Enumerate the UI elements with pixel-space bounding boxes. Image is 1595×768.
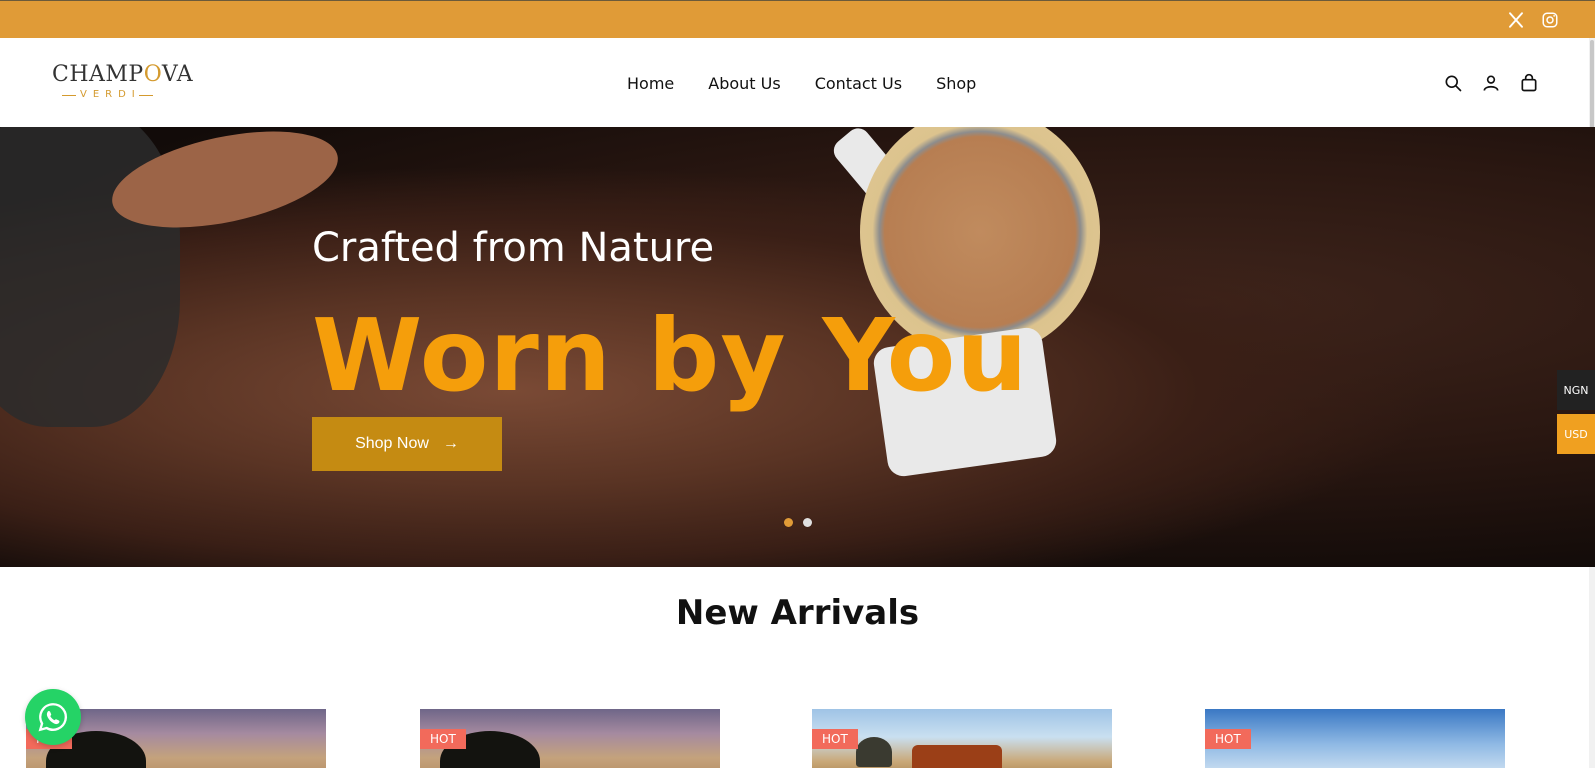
brand-logo[interactable]: CHAMPOVA VERDI bbox=[52, 63, 207, 103]
brand-subtitle: VERDI bbox=[62, 89, 153, 100]
whatsapp-icon bbox=[38, 703, 68, 732]
social-links bbox=[1507, 11, 1559, 29]
hero-content: Crafted from Nature Worn by You bbox=[312, 225, 1027, 414]
nav-home[interactable]: Home bbox=[627, 74, 674, 93]
slider-dots bbox=[784, 518, 812, 527]
nav-shop[interactable]: Shop bbox=[936, 74, 976, 93]
slider-dot-2[interactable] bbox=[803, 518, 812, 527]
shop-now-label: Shop Now bbox=[355, 435, 429, 452]
hero-slider: Crafted from Nature Worn by You Shop Now… bbox=[0, 127, 1595, 567]
main-nav: Home About Us Contact Us Shop bbox=[627, 74, 1010, 93]
instagram-icon[interactable] bbox=[1541, 11, 1559, 29]
hot-badge: HOT bbox=[420, 729, 466, 749]
search-icon[interactable] bbox=[1443, 73, 1463, 93]
currency-usd[interactable]: USD bbox=[1557, 414, 1595, 454]
nav-about-us[interactable]: About Us bbox=[708, 74, 780, 93]
site-header: CHAMPOVA VERDI Home About Us Contact Us … bbox=[0, 38, 1595, 127]
new-arrivals-title: New Arrivals bbox=[675, 593, 920, 633]
hot-badge: HOT bbox=[812, 729, 858, 749]
product-image-wood-watch bbox=[912, 745, 1002, 768]
whatsapp-chat-button[interactable] bbox=[25, 689, 81, 745]
nav-contact-us[interactable]: Contact Us bbox=[815, 74, 902, 93]
hot-badge: HOT bbox=[1205, 729, 1251, 749]
x-icon[interactable] bbox=[1507, 11, 1525, 29]
brand-name: CHAMPOVA bbox=[52, 62, 194, 87]
shop-now-button[interactable]: Shop Now → bbox=[312, 417, 502, 471]
currency-ngn[interactable]: NGN bbox=[1557, 370, 1595, 410]
hero-headline: Worn by You bbox=[312, 297, 1029, 414]
header-icons bbox=[1443, 73, 1539, 93]
hero-title: Crafted from Nature bbox=[312, 225, 715, 271]
product-card[interactable]: HOT bbox=[420, 709, 720, 768]
product-image bbox=[856, 737, 892, 767]
arrow-right-icon: → bbox=[442, 435, 459, 452]
cart-icon[interactable] bbox=[1519, 73, 1539, 93]
product-card[interactable]: HOT bbox=[812, 709, 1112, 768]
account-icon[interactable] bbox=[1481, 73, 1501, 93]
top-bar bbox=[0, 0, 1595, 38]
slider-dot-1[interactable] bbox=[784, 518, 793, 527]
product-card[interactable]: HOT bbox=[1205, 709, 1505, 768]
